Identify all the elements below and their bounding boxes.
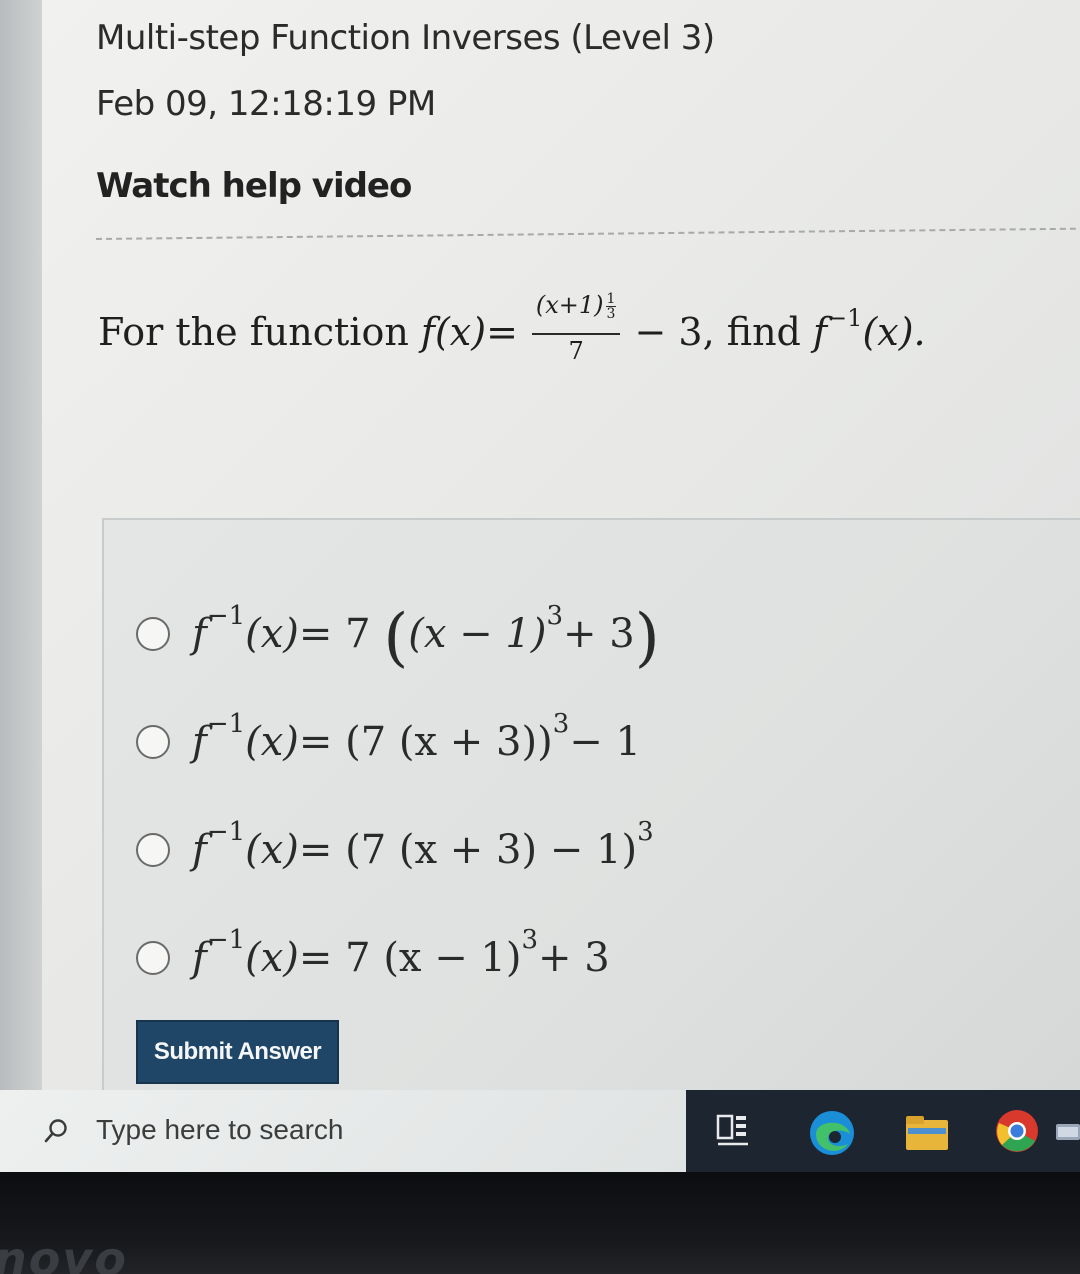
question-equals: = bbox=[486, 310, 518, 354]
exponent-numerator: 1 bbox=[605, 291, 617, 307]
choice-1-rhs-d: + 3 bbox=[563, 611, 635, 657]
numerator-exponent: 13 bbox=[605, 291, 617, 322]
choice-1-rhs-a: = 7 bbox=[298, 611, 371, 657]
choice-2-rhs-a: = (7 (x + 3)) bbox=[298, 719, 553, 765]
question-inverse-sup: −1 bbox=[827, 304, 863, 332]
fraction-denominator: 7 bbox=[568, 337, 584, 365]
answer-choice-4[interactable]: f −1 (x) = 7 (x − 1) 3 + 3 bbox=[136, 904, 660, 1012]
answer-choices: f −1 (x) = 7 ((x − 1) 3 + 3) f −1 (x) = (7 (x… bbox=[136, 580, 660, 1012]
choice-3-exp: 3 bbox=[637, 817, 654, 847]
radio-button-2[interactable] bbox=[136, 725, 170, 759]
choice-1-exp: 3 bbox=[546, 601, 564, 631]
problem-timestamp: Feb 09, 12:18:19 PM bbox=[96, 84, 436, 124]
question-tail: − 3, find bbox=[634, 310, 801, 354]
fraction-numerator: (x+1) 1 3 bbox=[531, 291, 621, 335]
choice-4-sup: −1 bbox=[206, 925, 246, 955]
radio-button-3[interactable] bbox=[136, 833, 170, 867]
choice-1-fn: f bbox=[192, 611, 207, 657]
question-inverse-arg: (x). bbox=[862, 310, 926, 354]
radio-button-1[interactable] bbox=[136, 617, 170, 651]
choice-2-fn: f bbox=[192, 719, 207, 765]
taskbar-search-box[interactable]: Type here to search bbox=[0, 1090, 686, 1172]
problem-title: Multi-step Function Inverses (Level 3) bbox=[96, 18, 715, 58]
choice-2-arg: (x) bbox=[245, 719, 299, 765]
question-function-name: f bbox=[420, 310, 435, 354]
edge-icon[interactable] bbox=[806, 1108, 858, 1158]
choice-4-rhs-d: + 3 bbox=[538, 935, 610, 981]
question-fraction: (x+1) 1 3 7 bbox=[531, 291, 621, 365]
radio-button-4[interactable] bbox=[136, 941, 170, 975]
choice-4-arg: (x) bbox=[245, 935, 299, 981]
task-view-icon[interactable] bbox=[716, 1112, 750, 1148]
choice-3-arg: (x) bbox=[245, 827, 299, 873]
choice-1-sup: −1 bbox=[206, 601, 246, 631]
numerator-base: (x+1) bbox=[535, 291, 604, 319]
exponent-denominator: 3 bbox=[606, 306, 616, 322]
search-icon bbox=[44, 1119, 67, 1143]
choice-4-rhs-a: = 7 (x − 1) bbox=[298, 935, 522, 981]
choice-2-rhs-d: − 1 bbox=[569, 719, 641, 765]
question-prefix: For the function bbox=[98, 310, 409, 354]
choice-4-fn: f bbox=[192, 935, 207, 981]
choice-3-rhs-a: = (7 (x + 3) − 1) bbox=[298, 827, 638, 873]
choice-2-sup: −1 bbox=[206, 709, 246, 739]
search-placeholder: Type here to search bbox=[96, 1114, 344, 1145]
file-explorer-icon[interactable] bbox=[904, 1112, 950, 1152]
windows-taskbar: Type here to search bbox=[0, 1090, 1080, 1172]
answer-choice-1[interactable]: f −1 (x) = 7 ((x − 1) 3 + 3) bbox=[136, 580, 660, 688]
submit-answer-button[interactable]: Submit Answer bbox=[136, 1020, 339, 1084]
question-function-arg: (x) bbox=[434, 310, 487, 354]
question-text: For the function f (x) = (x+1) 1 3 7 − 3, … bbox=[98, 282, 926, 382]
choice-3-sup: −1 bbox=[206, 817, 246, 847]
window-icon[interactable] bbox=[1054, 1122, 1080, 1142]
chrome-icon[interactable] bbox=[994, 1108, 1040, 1154]
left-panel-edge bbox=[0, 0, 42, 1090]
question-inverse-fn: f bbox=[812, 310, 828, 354]
choice-1-rhs-b: (x − 1) bbox=[408, 611, 547, 657]
laptop-bezel bbox=[0, 1172, 1080, 1274]
watch-help-video-link[interactable]: Watch help video bbox=[96, 166, 412, 206]
choice-3-fn: f bbox=[192, 827, 207, 873]
choice-1-arg: (x) bbox=[245, 611, 299, 657]
choice-2-exp: 3 bbox=[552, 709, 570, 739]
answer-choice-3[interactable]: f −1 (x) = (7 (x + 3) − 1) 3 bbox=[136, 796, 660, 904]
answer-choice-2[interactable]: f −1 (x) = (7 (x + 3)) 3 − 1 bbox=[136, 688, 660, 796]
choice-4-exp: 3 bbox=[521, 925, 539, 955]
laptop-brand-logo: novo bbox=[0, 1232, 128, 1274]
